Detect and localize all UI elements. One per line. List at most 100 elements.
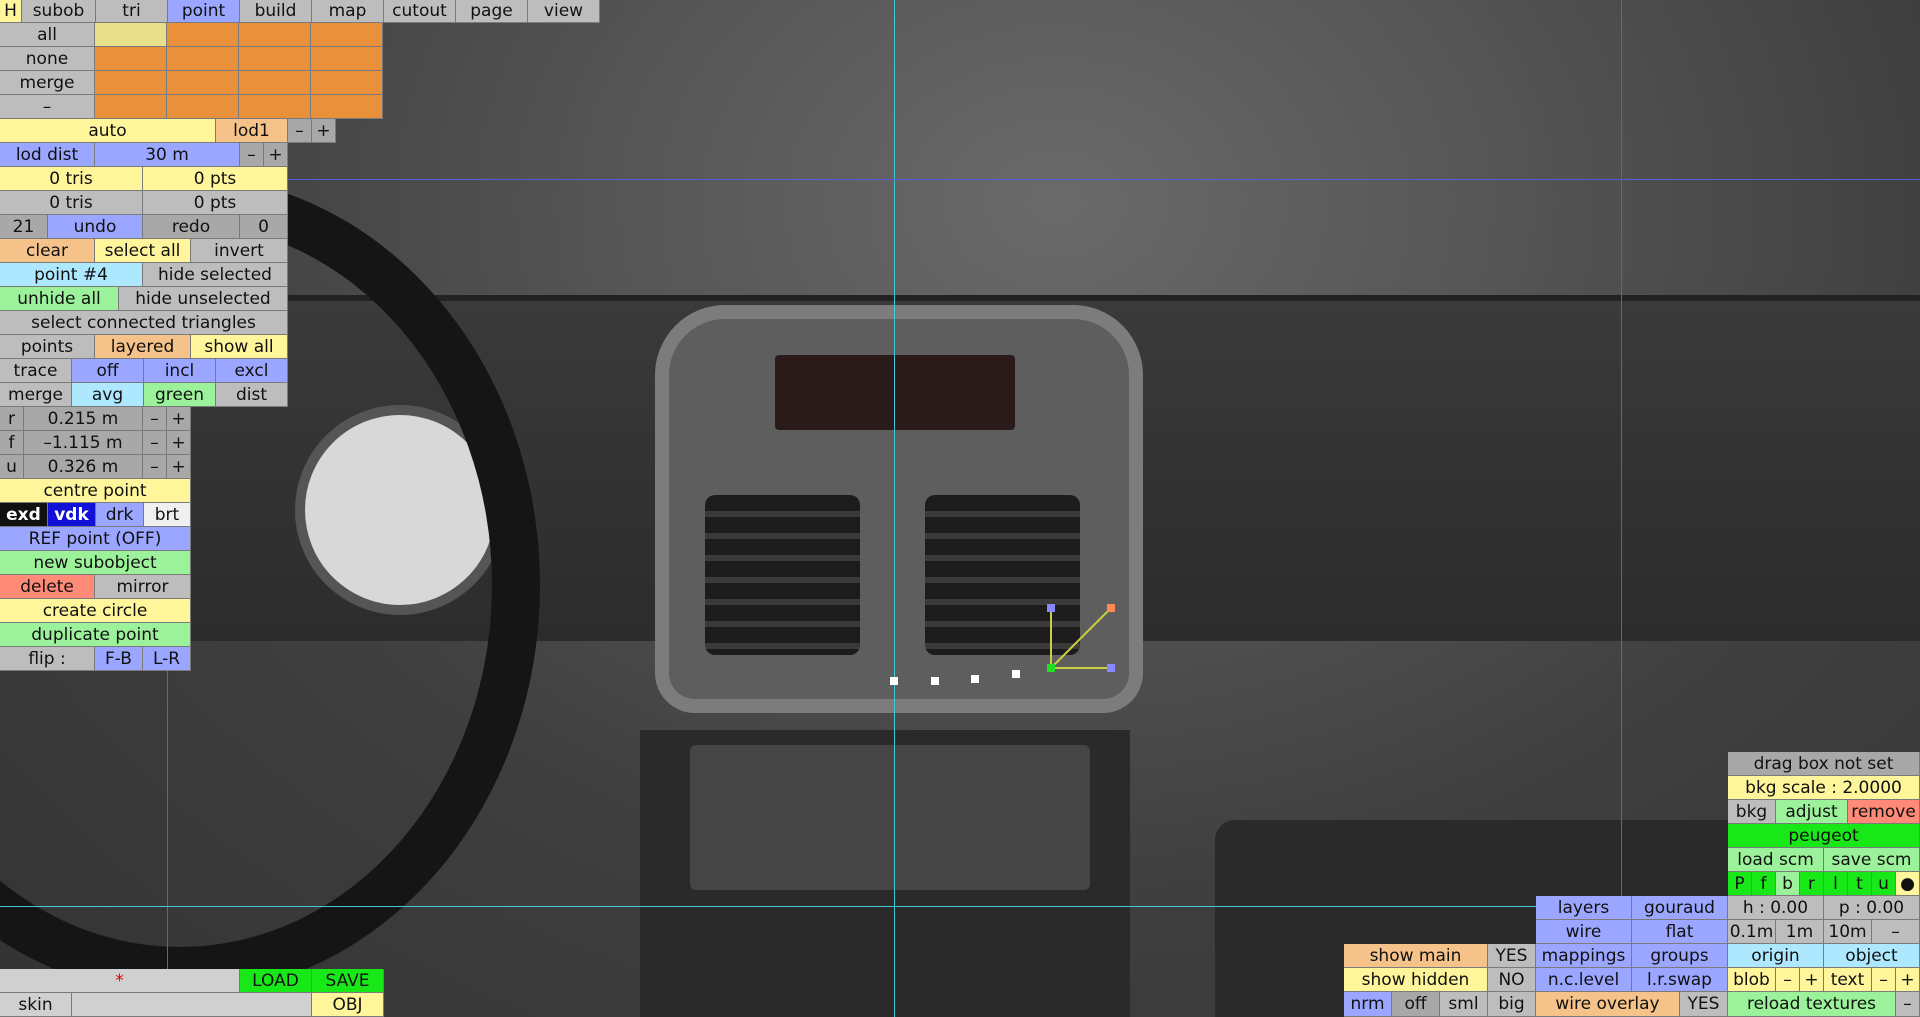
select-merge-row[interactable]: merge bbox=[0, 71, 95, 95]
selection-slot[interactable] bbox=[167, 95, 239, 119]
coord-f-value[interactable]: –1.115 m bbox=[24, 431, 143, 455]
step-0-1m-button[interactable]: 0.1m bbox=[1728, 920, 1776, 944]
show-main-button[interactable]: show main bbox=[1344, 944, 1488, 968]
centre-point-button[interactable]: centre point bbox=[0, 479, 191, 503]
shade-drk-button[interactable]: drk bbox=[96, 503, 144, 527]
flat-button[interactable]: flat bbox=[1632, 920, 1728, 944]
lod-dist-minus-button[interactable]: – bbox=[240, 143, 264, 167]
shade-exd-button[interactable]: exd bbox=[0, 503, 48, 527]
selection-slot[interactable] bbox=[167, 71, 239, 95]
select-connected-triangles-button[interactable]: select connected triangles bbox=[0, 311, 288, 335]
selection-slot[interactable] bbox=[167, 23, 239, 47]
size-nrm-button[interactable]: nrm bbox=[1344, 992, 1392, 1017]
tab-tri[interactable]: tri bbox=[96, 0, 168, 23]
hide-selected-button[interactable]: hide selected bbox=[143, 263, 288, 287]
selection-slot[interactable] bbox=[167, 47, 239, 71]
step-1m-button[interactable]: 1m bbox=[1776, 920, 1824, 944]
mirror-button[interactable]: mirror bbox=[95, 575, 191, 599]
view-dot-button[interactable]: ● bbox=[1896, 872, 1920, 896]
coord-r-value[interactable]: 0.215 m bbox=[24, 407, 143, 431]
redo-button[interactable]: redo bbox=[143, 215, 240, 239]
skin-label[interactable]: skin bbox=[0, 993, 72, 1017]
new-subobject-button[interactable]: new subobject bbox=[0, 551, 191, 575]
create-circle-button[interactable]: create circle bbox=[0, 599, 191, 623]
wire-button[interactable]: wire bbox=[1536, 920, 1632, 944]
save-button[interactable]: SAVE bbox=[312, 969, 384, 993]
view-f-button[interactable]: f bbox=[1752, 872, 1776, 896]
coord-r-plus[interactable]: + bbox=[167, 407, 191, 431]
tab-home[interactable]: H bbox=[0, 0, 22, 23]
select-all-button[interactable]: select all bbox=[95, 239, 191, 263]
3d-viewport[interactable] bbox=[0, 0, 1920, 1017]
adjust-button[interactable]: adjust bbox=[1776, 800, 1848, 824]
step-10m-button[interactable]: 10m bbox=[1824, 920, 1872, 944]
coord-f-minus[interactable]: – bbox=[143, 431, 167, 455]
selection-slot[interactable] bbox=[95, 47, 167, 71]
selection-slot[interactable] bbox=[95, 95, 167, 119]
merge-dist-button[interactable]: dist bbox=[216, 383, 288, 407]
selection-slot[interactable] bbox=[95, 23, 167, 47]
reload-minus-button[interactable]: – bbox=[1896, 992, 1920, 1017]
show-hidden-toggle[interactable]: NO bbox=[1488, 968, 1536, 992]
point-gizmo[interactable] bbox=[1040, 600, 1120, 680]
load-button[interactable]: LOAD bbox=[240, 969, 312, 993]
size-big-button[interactable]: big bbox=[1488, 992, 1536, 1017]
unhide-all-button[interactable]: unhide all bbox=[0, 287, 119, 311]
select-none-row[interactable]: none bbox=[0, 47, 95, 71]
object-button[interactable]: object bbox=[1824, 944, 1920, 968]
save-scm-button[interactable]: save scm bbox=[1824, 848, 1920, 872]
coord-u-plus[interactable]: + bbox=[167, 455, 191, 479]
load-scm-button[interactable]: load scm bbox=[1728, 848, 1824, 872]
size-sml-button[interactable]: sml bbox=[1440, 992, 1488, 1017]
layers-button[interactable]: layers bbox=[1536, 896, 1632, 920]
selection-slot[interactable] bbox=[311, 47, 383, 71]
hide-unselected-button[interactable]: hide unselected bbox=[119, 287, 288, 311]
wire-overlay-toggle[interactable]: YES bbox=[1680, 992, 1728, 1017]
view-r-button[interactable]: r bbox=[1800, 872, 1824, 896]
background-name[interactable]: peugeot bbox=[1728, 824, 1920, 848]
tab-cutout[interactable]: cutout bbox=[384, 0, 456, 23]
coord-u-value[interactable]: 0.326 m bbox=[24, 455, 143, 479]
selection-slot[interactable] bbox=[239, 71, 311, 95]
blob-minus-button[interactable]: – bbox=[1776, 968, 1800, 992]
view-t-button[interactable]: t bbox=[1848, 872, 1872, 896]
mesh-point[interactable] bbox=[931, 677, 939, 685]
remove-button[interactable]: remove bbox=[1848, 800, 1920, 824]
selection-slot[interactable] bbox=[239, 47, 311, 71]
shade-brt-button[interactable]: brt bbox=[144, 503, 191, 527]
tab-view[interactable]: view bbox=[528, 0, 600, 23]
merge-avg-button[interactable]: avg bbox=[72, 383, 144, 407]
tab-subob[interactable]: subob bbox=[22, 0, 96, 23]
mesh-point[interactable] bbox=[1012, 670, 1020, 678]
lod-select[interactable]: lod1 bbox=[216, 119, 288, 143]
undo-button[interactable]: undo bbox=[48, 215, 143, 239]
text-minus-button[interactable]: – bbox=[1872, 968, 1896, 992]
trace-excl-button[interactable]: excl bbox=[216, 359, 288, 383]
delete-button[interactable]: delete bbox=[0, 575, 95, 599]
coord-f-plus[interactable]: + bbox=[167, 431, 191, 455]
selection-slot[interactable] bbox=[311, 71, 383, 95]
blob-button[interactable]: blob bbox=[1728, 968, 1776, 992]
show-hidden-button[interactable]: show hidden bbox=[1344, 968, 1488, 992]
invert-button[interactable]: invert bbox=[191, 239, 288, 263]
origin-button[interactable]: origin bbox=[1728, 944, 1824, 968]
view-u-button[interactable]: u bbox=[1872, 872, 1896, 896]
tab-page[interactable]: page bbox=[456, 0, 528, 23]
trace-off-button[interactable]: off bbox=[72, 359, 144, 383]
nc-level-button[interactable]: n.c.level bbox=[1536, 968, 1632, 992]
layered-button[interactable]: layered bbox=[95, 335, 191, 359]
trace-incl-button[interactable]: incl bbox=[144, 359, 216, 383]
flip-lr-button[interactable]: L-R bbox=[143, 647, 191, 671]
mesh-point[interactable] bbox=[890, 677, 898, 685]
step-minus-button[interactable]: – bbox=[1872, 920, 1920, 944]
view-l-button[interactable]: l bbox=[1824, 872, 1848, 896]
view-b-button[interactable]: b bbox=[1776, 872, 1800, 896]
tab-build[interactable]: build bbox=[240, 0, 312, 23]
coord-u-minus[interactable]: – bbox=[143, 455, 167, 479]
selection-slot[interactable] bbox=[239, 23, 311, 47]
select-minus-row[interactable]: – bbox=[0, 95, 95, 119]
blob-plus-button[interactable]: + bbox=[1800, 968, 1824, 992]
points-button[interactable]: points bbox=[0, 335, 95, 359]
text-button[interactable]: text bbox=[1824, 968, 1872, 992]
coord-r-minus[interactable]: – bbox=[143, 407, 167, 431]
